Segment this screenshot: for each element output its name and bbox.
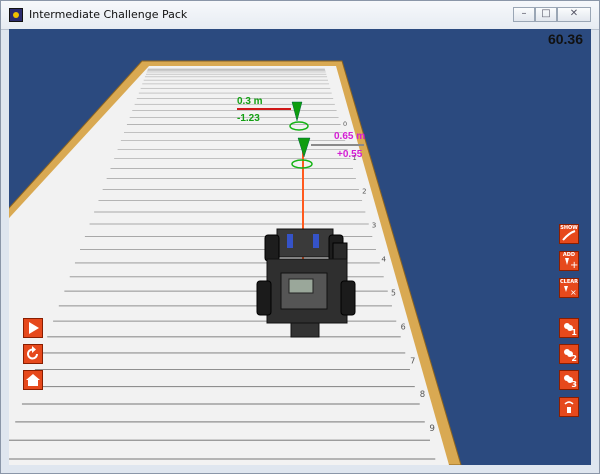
marker-1-offset-label: -1.23 [237, 113, 260, 124]
window-title: Intermediate Challenge Pack [29, 8, 188, 21]
maximize-button[interactable]: □ [535, 7, 557, 22]
ruler-number: 6 [401, 322, 406, 331]
app-window: Intermediate Challenge Pack – □ ✕ 0 1 2 3 4 5… [0, 0, 600, 474]
ruler-number: 9 [429, 424, 435, 434]
add-marker-button[interactable]: ADD + [559, 251, 579, 271]
ruler-number: 4 [381, 255, 386, 264]
robot-screen [288, 278, 314, 294]
marker-2-distance-label: 0.65 m [334, 131, 366, 142]
marker-1-distance-label: 0.3 m [237, 96, 263, 107]
play-icon [29, 322, 39, 334]
scene-canvas: 0123456789 [9, 60, 462, 465]
add-marker-icon: + [565, 258, 578, 270]
robot-blue-bracket [313, 234, 319, 248]
ruler-number: 5 [391, 288, 396, 297]
svg-text:×: × [570, 288, 577, 297]
ruler-number: 0 [343, 120, 347, 128]
home-icon [26, 374, 40, 386]
minimize-button[interactable]: – [513, 7, 535, 22]
clear-markers-icon: × [564, 286, 577, 297]
robot-blue-bracket [287, 234, 293, 248]
svg-text:+: + [570, 260, 578, 270]
reset-button[interactable] [23, 344, 43, 364]
ruler-number: 3 [372, 221, 377, 230]
camera-1-button[interactable]: 1 [559, 318, 579, 338]
camera-3-number: 3 [571, 380, 577, 389]
robot [256, 228, 356, 338]
app-icon [9, 8, 23, 22]
home-button[interactable] [23, 370, 43, 390]
ruler-number: 2 [362, 188, 366, 196]
robot-rear [290, 322, 320, 338]
robot-left-wheel [256, 280, 272, 316]
simulation-viewport[interactable]: 0 1 2 3 4 5 6 7 8 9 0.3 m -1.23 0.65 m +0.55 60.3… [9, 29, 591, 465]
play-button[interactable] [23, 318, 43, 338]
ruler-number: 8 [420, 390, 425, 400]
camera-1-number: 1 [571, 328, 577, 337]
robot-front-left-wheel [264, 234, 280, 262]
marker-2-offset-label: +0.55 [337, 149, 363, 160]
show-path-button[interactable]: SHOW [559, 224, 579, 244]
table-surface [9, 66, 449, 465]
robot-camera-button[interactable] [559, 397, 579, 417]
reset-icon [27, 346, 38, 360]
clear-markers-button[interactable]: CLEAR × [559, 278, 579, 298]
robot-right-wheel [340, 280, 356, 316]
close-button[interactable]: ✕ [557, 7, 591, 22]
camera-3-button[interactable]: 3 [559, 370, 579, 390]
elapsed-time-readout: 60.36 [547, 31, 583, 47]
path-icon [562, 230, 576, 241]
robot-camera-icon [564, 401, 574, 413]
robot-front-frame [276, 228, 334, 258]
ruler-number: 7 [410, 355, 415, 365]
title-bar: Intermediate Challenge Pack – □ ✕ [1, 1, 599, 30]
camera-2-button[interactable]: 2 [559, 344, 579, 364]
camera-2-number: 2 [571, 354, 577, 363]
